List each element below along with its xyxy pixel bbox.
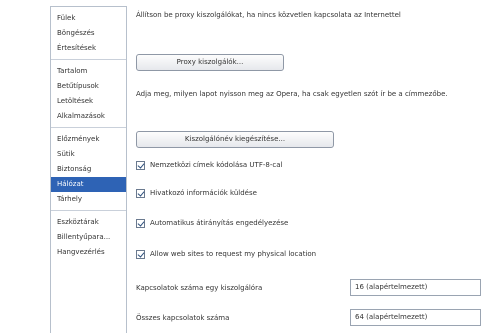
proxy-description: Állítson be proxy kiszolgálókat, ha ninc… xyxy=(136,11,401,19)
connections-per-server-select[interactable]: 16 (alapértelmezett) xyxy=(350,279,481,296)
sidebar-item-network[interactable]: Hálózat xyxy=(51,177,126,192)
checkbox-checked-icon[interactable] xyxy=(136,219,145,228)
connections-per-server-label: Kapcsolatok száma egy kiszolgálóra xyxy=(136,284,263,292)
network-settings: Állítson be proxy kiszolgálókat, ha ninc… xyxy=(136,6,481,333)
checkbox-checked-icon[interactable] xyxy=(136,189,145,198)
sidebar-item-content[interactable]: Tartalom xyxy=(51,64,126,79)
checkbox-label: Nemzetközi címek kódolása UTF-8-cal xyxy=(150,161,283,169)
checkbox-checked-icon[interactable] xyxy=(136,250,145,259)
sidebar-item-history[interactable]: Előzmények xyxy=(51,132,126,147)
checkbox-label: Automatikus átirányítás engedélyezése xyxy=(150,219,289,227)
sidebar-item-shortcuts[interactable]: Billentyűpara... xyxy=(51,230,126,245)
sidebar-item-cookies[interactable]: Sütik xyxy=(51,147,126,162)
sidebar-group: Fülek Böngészés Értesítések xyxy=(51,7,126,60)
sidebar-group: Tartalom Betűtípusok Letöltések Alkalmaz… xyxy=(51,60,126,128)
sidebar-item-voice[interactable]: Hangvezérlés xyxy=(51,245,126,260)
preferences-sidebar: Fülek Böngészés Értesítések Tartalom Bet… xyxy=(50,6,127,333)
preferences-panel: Fülek Böngészés Értesítések Tartalom Bet… xyxy=(0,0,486,333)
checkbox-label: Hivatkozó információk küldése xyxy=(150,189,257,197)
sidebar-item-tabs[interactable]: Fülek xyxy=(51,11,126,26)
sidebar-item-notifications[interactable]: Értesítések xyxy=(51,41,126,56)
sidebar-item-fonts[interactable]: Betűtípusok xyxy=(51,79,126,94)
sidebar-group: Előzmények Sütik Biztonság Hálózat Tárhe… xyxy=(51,128,126,211)
sidebar-item-toolbars[interactable]: Eszköztárak xyxy=(51,215,126,230)
sidebar-item-downloads[interactable]: Letöltések xyxy=(51,94,126,109)
server-completion-description: Adja meg, milyen lapot nyisson meg az Op… xyxy=(136,90,448,98)
checkbox-checked-icon[interactable] xyxy=(136,161,145,170)
sidebar-item-browsing[interactable]: Böngészés xyxy=(51,26,126,41)
sidebar-item-storage[interactable]: Tárhely xyxy=(51,192,126,207)
server-name-completion-button[interactable]: Kiszolgálónév kiegészítése... xyxy=(136,131,334,148)
checkbox-label: Allow web sites to request my physical l… xyxy=(150,250,317,258)
proxy-servers-button[interactable]: Proxy kiszolgálók... xyxy=(136,54,284,71)
sidebar-group: Eszköztárak Billentyűpara... Hangvezérlé… xyxy=(51,211,126,263)
sidebar-item-security[interactable]: Biztonság xyxy=(51,162,126,177)
total-connections-label: Összes kapcsolatok száma xyxy=(136,314,230,322)
total-connections-select[interactable]: 64 (alapértelmezett) xyxy=(350,309,481,326)
sidebar-item-programs[interactable]: Alkalmazások xyxy=(51,109,126,124)
